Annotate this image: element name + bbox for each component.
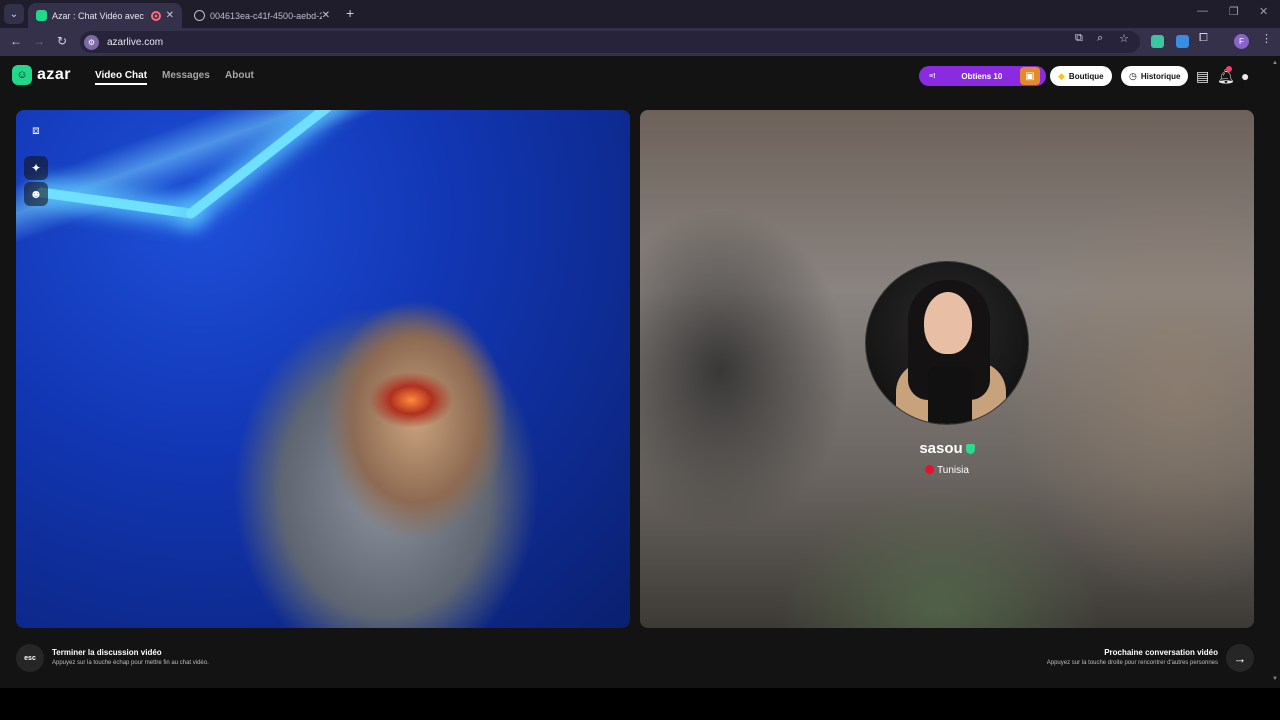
clock-icon: ◷: [1129, 70, 1137, 81]
tab-second[interactable]: 004613ea-c41f-4500-aebd-29 ✕: [186, 3, 338, 28]
end-chat-title: Terminer la discussion vidéo: [52, 648, 162, 657]
nav-video-chat[interactable]: Video Chat: [95, 70, 148, 85]
bottom-area: [0, 688, 1280, 720]
url-text: azarlive.com: [107, 36, 164, 48]
next-chat-arrow-icon[interactable]: →: [1226, 644, 1254, 672]
scroll-down-icon[interactable]: ▼: [1272, 676, 1278, 682]
reload-icon[interactable]: ↻: [57, 34, 67, 48]
tab-title: Azar : Chat Vidéo avec de n: [52, 10, 146, 21]
restore-icon[interactable]: ❐: [1229, 5, 1239, 18]
inbox-icon[interactable]: ▤: [1196, 68, 1209, 85]
close-window-icon[interactable]: ✕: [1259, 5, 1268, 18]
notification-badge: [1226, 66, 1232, 72]
verified-badge-icon: [965, 444, 975, 455]
remote-username-line: sasou: [640, 440, 1254, 457]
extensions-puzzle-icon[interactable]: ⧠: [1199, 32, 1208, 45]
gem-icon: ◆: [1058, 70, 1065, 81]
promo-label: Obtiens 10: [961, 71, 1003, 81]
azar-favicon-icon: [36, 10, 47, 21]
install-app-icon[interactable]: ⧉: [1075, 32, 1083, 45]
end-chat-subtitle: Appuyez sur la touche échap pour mettre …: [52, 660, 209, 666]
remote-avatar: [865, 261, 1029, 425]
recording-icon: [150, 10, 161, 21]
next-chat-title: Prochaine conversation vidéo: [1104, 648, 1218, 657]
promo-tag: ≡!: [929, 72, 936, 80]
historique-label: Historique: [1140, 71, 1181, 81]
azar-page: ☺ azar Video Chat Messages About ≡! Obti…: [0, 56, 1270, 688]
boutique-button[interactable]: ◆ Boutique: [1050, 66, 1112, 86]
remote-country-line: Tunisia: [640, 465, 1254, 476]
minimize-icon[interactable]: —: [1197, 5, 1208, 17]
azar-logo-icon: ☺: [12, 65, 32, 85]
video-tools: ⧈ ✦ ☻: [16, 110, 56, 270]
local-video: [16, 110, 630, 628]
face-filter-icon[interactable]: ☻: [24, 182, 48, 206]
new-tab-button[interactable]: +: [346, 5, 354, 21]
camera-switch-icon[interactable]: ⧈: [24, 118, 48, 142]
remote-country: Tunisia: [937, 465, 969, 476]
tab-search-button[interactable]: ⌄: [4, 4, 24, 24]
extension-icon[interactable]: [1151, 35, 1164, 48]
next-chat-subtitle: Appuyez sur la touche droite pour rencon…: [1046, 660, 1218, 666]
nav-messages[interactable]: Messages: [162, 70, 210, 81]
promo-button[interactable]: ≡! Obtiens 10 ▣: [919, 66, 1046, 86]
site-info-icon[interactable]: ⚙: [84, 34, 99, 50]
globe-icon: [194, 10, 205, 21]
browser-menu-icon[interactable]: ⋮: [1261, 32, 1272, 45]
scroll-up-icon[interactable]: ▲: [1272, 60, 1278, 66]
profile-avatar[interactable]: F: [1234, 34, 1249, 49]
tunisia-flag-icon: [925, 465, 935, 474]
bookmark-star-icon[interactable]: ☆: [1119, 32, 1129, 45]
logo-text: azar: [37, 66, 72, 83]
close-tab-icon[interactable]: ✕: [166, 10, 174, 21]
remote-video: sasou Tunisia: [640, 110, 1254, 628]
forward-icon[interactable]: →: [33, 34, 45, 48]
neon-light: [36, 186, 196, 220]
user-icon[interactable]: ●: [1241, 68, 1249, 84]
close-tab-icon[interactable]: ✕: [322, 10, 330, 21]
tab-title: 004613ea-c41f-4500-aebd-29: [210, 10, 322, 21]
extension-icon[interactable]: [1176, 35, 1189, 48]
end-chat-button[interactable]: esc: [16, 644, 44, 672]
treasure-chest-icon: ▣: [1020, 67, 1040, 85]
historique-button[interactable]: ◷ Historique: [1121, 66, 1189, 86]
page-scrollbar[interactable]: ▲ ▼: [1270, 56, 1280, 688]
magic-wand-icon[interactable]: ✦: [24, 156, 48, 180]
tab-azar[interactable]: Azar : Chat Vidéo avec de n ✕: [28, 3, 182, 28]
boutique-label: Boutique: [1068, 71, 1104, 81]
address-bar[interactable]: ⚙ azarlive.com: [80, 31, 1140, 53]
nav-about[interactable]: About: [225, 70, 254, 81]
browser-toolbar: ← → ↻ ⚙ azarlive.com: [0, 28, 1280, 56]
neon-light: [184, 110, 348, 221]
back-icon[interactable]: ←: [10, 34, 22, 48]
browser-tabbar: ⌄ Azar : Chat Vidéo avec de n ✕ 004613ea…: [0, 0, 1280, 28]
zoom-icon[interactable]: ⌕: [1097, 32, 1103, 45]
remote-username: sasou: [919, 440, 963, 457]
azar-logo[interactable]: ☺ azar: [12, 65, 71, 85]
